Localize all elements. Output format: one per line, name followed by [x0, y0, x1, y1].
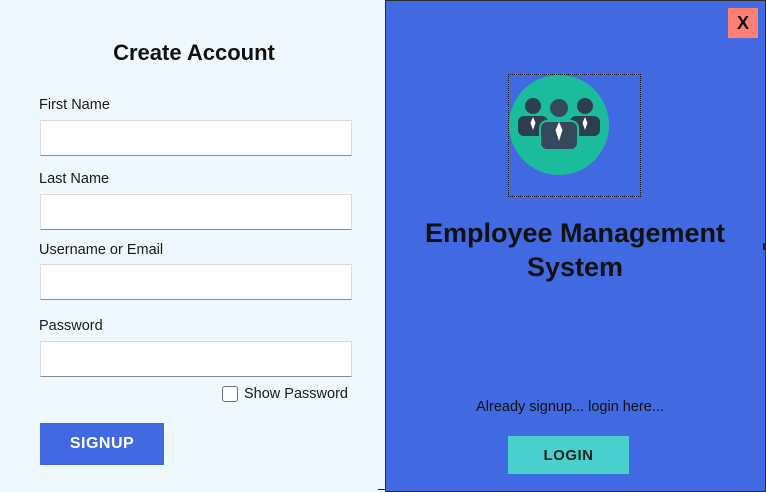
login-prompt: Already signup... login here... — [476, 399, 664, 415]
show-password-checkbox[interactable] — [222, 386, 238, 402]
username-email-label: Username or Email — [39, 242, 164, 258]
username-email-input[interactable] — [40, 264, 352, 300]
login-button[interactable]: LOGIN — [508, 436, 629, 474]
close-button[interactable]: X — [728, 8, 758, 38]
team-icon — [509, 75, 609, 175]
form-title: Create Account — [113, 40, 275, 65]
show-password-label: Show Password — [244, 386, 348, 402]
first-name-label: First Name — [39, 97, 110, 113]
signup-panel: Create Account First Name Last Name User… — [0, 0, 386, 492]
password-input[interactable] — [40, 341, 352, 377]
show-password-toggle[interactable]: Show Password — [222, 385, 348, 403]
app-title-line2: System — [526, 252, 624, 282]
edge-artifact-bottom — [378, 489, 386, 490]
last-name-input[interactable] — [40, 194, 352, 230]
signup-window: Create Account First Name Last Name User… — [0, 0, 766, 492]
password-label: Password — [39, 318, 103, 334]
logo-frame — [508, 74, 641, 197]
app-title-line1: Employee Management — [424, 218, 726, 248]
app-title: Employee Management System — [410, 216, 740, 284]
last-name-label: Last Name — [39, 171, 110, 187]
signup-button[interactable]: SIGNUP — [40, 423, 164, 465]
first-name-input[interactable] — [40, 120, 352, 156]
